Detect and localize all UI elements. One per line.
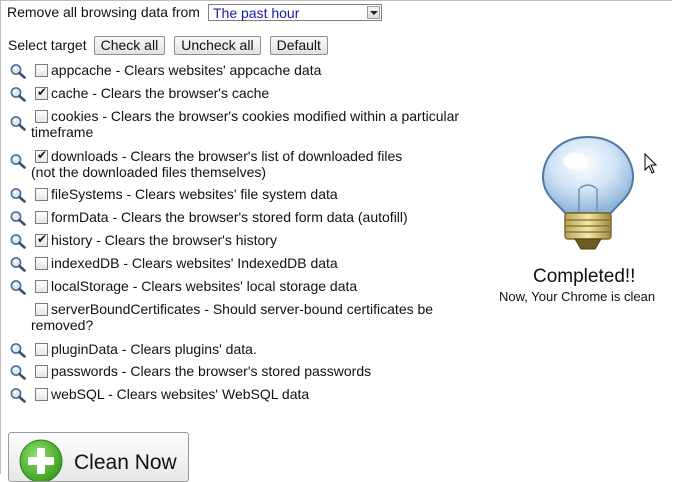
list-item-formdata: formData - Clears the browser's stored f… <box>9 209 469 226</box>
target-row: Select target Check all Uncheck all Defa… <box>8 35 337 55</box>
filesystems-label: fileSystems - Clears websites' file syst… <box>51 186 338 202</box>
list-item-passwords: passwords - Clears the browser's stored … <box>9 363 469 380</box>
default-button[interactable]: Default <box>269 35 328 55</box>
range-label: Remove all browsing data from <box>7 4 200 20</box>
list-item-cache: ✔ cache - Clears the browser's cache <box>9 85 469 102</box>
magnifier-icon[interactable] <box>9 115 27 131</box>
magnifier-icon[interactable] <box>9 86 27 102</box>
list-item-localstorage: localStorage - Clears websites' local st… <box>9 278 469 295</box>
appcache-checkbox[interactable] <box>35 64 48 77</box>
checkmark-icon: ✔ <box>37 85 48 99</box>
websql-label: webSQL - Clears websites' WebSQL data <box>51 386 310 402</box>
websql-checkbox[interactable] <box>35 388 48 401</box>
localstorage-label: localStorage - Clears websites' local st… <box>51 278 358 294</box>
checkmark-icon: ✔ <box>37 232 48 246</box>
uncheck-all-button[interactable]: Uncheck all <box>174 35 261 55</box>
completed-subtitle: Now, Your Chrome is clean <box>499 289 656 304</box>
clean-now-label: Clean Now <box>74 451 177 474</box>
downloads-label: downloads - Clears the browser's list of… <box>31 148 403 180</box>
mouse-cursor-icon <box>644 153 657 174</box>
magnifier-icon[interactable] <box>9 342 27 358</box>
history-checkbox[interactable]: ✔ <box>35 232 48 247</box>
magnifier-icon[interactable] <box>9 233 27 249</box>
list-item-history: ✔ history - Clears the browser's history <box>9 232 469 249</box>
magnifier-icon[interactable] <box>9 256 27 272</box>
passwords-checkbox[interactable] <box>35 365 48 378</box>
magnifier-icon[interactable] <box>9 210 27 226</box>
cookies-label: cookies - Clears the browser's cookies m… <box>31 108 460 140</box>
indexeddb-label: indexedDB - Clears websites' IndexedDB d… <box>51 255 338 271</box>
serverboundcertificates-label: serverBoundCertificates - Should server-… <box>31 301 434 333</box>
time-range-value: The past hour <box>212 4 300 21</box>
formdata-label: formData - Clears the browser's stored f… <box>51 209 408 225</box>
time-range-select[interactable]: The past hour <box>207 3 382 21</box>
list-item-websql: webSQL - Clears websites' WebSQL data <box>9 386 469 403</box>
list-item-plugindata: pluginData - Clears plugins' data. <box>9 341 469 358</box>
list-item-cookies: cookies - Clears the browser's cookies m… <box>9 108 469 140</box>
magnifier-icon[interactable] <box>9 63 27 79</box>
range-row: Remove all browsing data from The past h… <box>7 3 382 21</box>
magnifier-icon[interactable] <box>9 187 27 203</box>
passwords-label: passwords - Clears the browser's stored … <box>51 363 372 379</box>
formdata-checkbox[interactable] <box>35 211 48 224</box>
checkmark-icon: ✔ <box>37 148 48 162</box>
appcache-label: appcache - Clears websites' appcache dat… <box>51 62 322 78</box>
cache-checkbox[interactable]: ✔ <box>35 85 48 100</box>
cache-label: cache - Clears the browser's cache <box>51 85 270 101</box>
magnifier-icon[interactable] <box>9 279 27 295</box>
completed-title: Completed!! <box>533 266 636 287</box>
magnifier-icon[interactable] <box>9 387 27 403</box>
magnifier-icon[interactable] <box>9 364 27 380</box>
lightbulb-icon <box>541 135 635 250</box>
cookies-checkbox[interactable] <box>35 110 48 123</box>
select-target-label: Select target <box>8 37 87 53</box>
check-all-button[interactable]: Check all <box>93 35 166 55</box>
filesystems-checkbox[interactable] <box>35 188 48 201</box>
serverboundcertificates-checkbox[interactable] <box>35 303 48 316</box>
list-item-downloads: ✔ downloads - Clears the browser's list … <box>9 148 469 180</box>
magnifier-icon[interactable] <box>9 153 27 169</box>
plus-circle-icon <box>19 439 63 481</box>
list-item-serverboundcertificates: serverBoundCertificates - Should server-… <box>9 301 469 333</box>
list-item-indexeddb: indexedDB - Clears websites' IndexedDB d… <box>9 255 469 272</box>
localstorage-checkbox[interactable] <box>35 280 48 293</box>
list-item-filesystems: fileSystems - Clears websites' file syst… <box>9 186 469 203</box>
downloads-checkbox[interactable]: ✔ <box>35 148 48 163</box>
plugindata-checkbox[interactable] <box>35 343 48 356</box>
indexeddb-checkbox[interactable] <box>35 257 48 270</box>
plugindata-label: pluginData - Clears plugins' data. <box>51 341 257 357</box>
history-label: history - Clears the browser's history <box>51 232 277 248</box>
list-item-appcache: appcache - Clears websites' appcache dat… <box>9 62 469 79</box>
chevron-down-icon[interactable] <box>366 5 380 19</box>
